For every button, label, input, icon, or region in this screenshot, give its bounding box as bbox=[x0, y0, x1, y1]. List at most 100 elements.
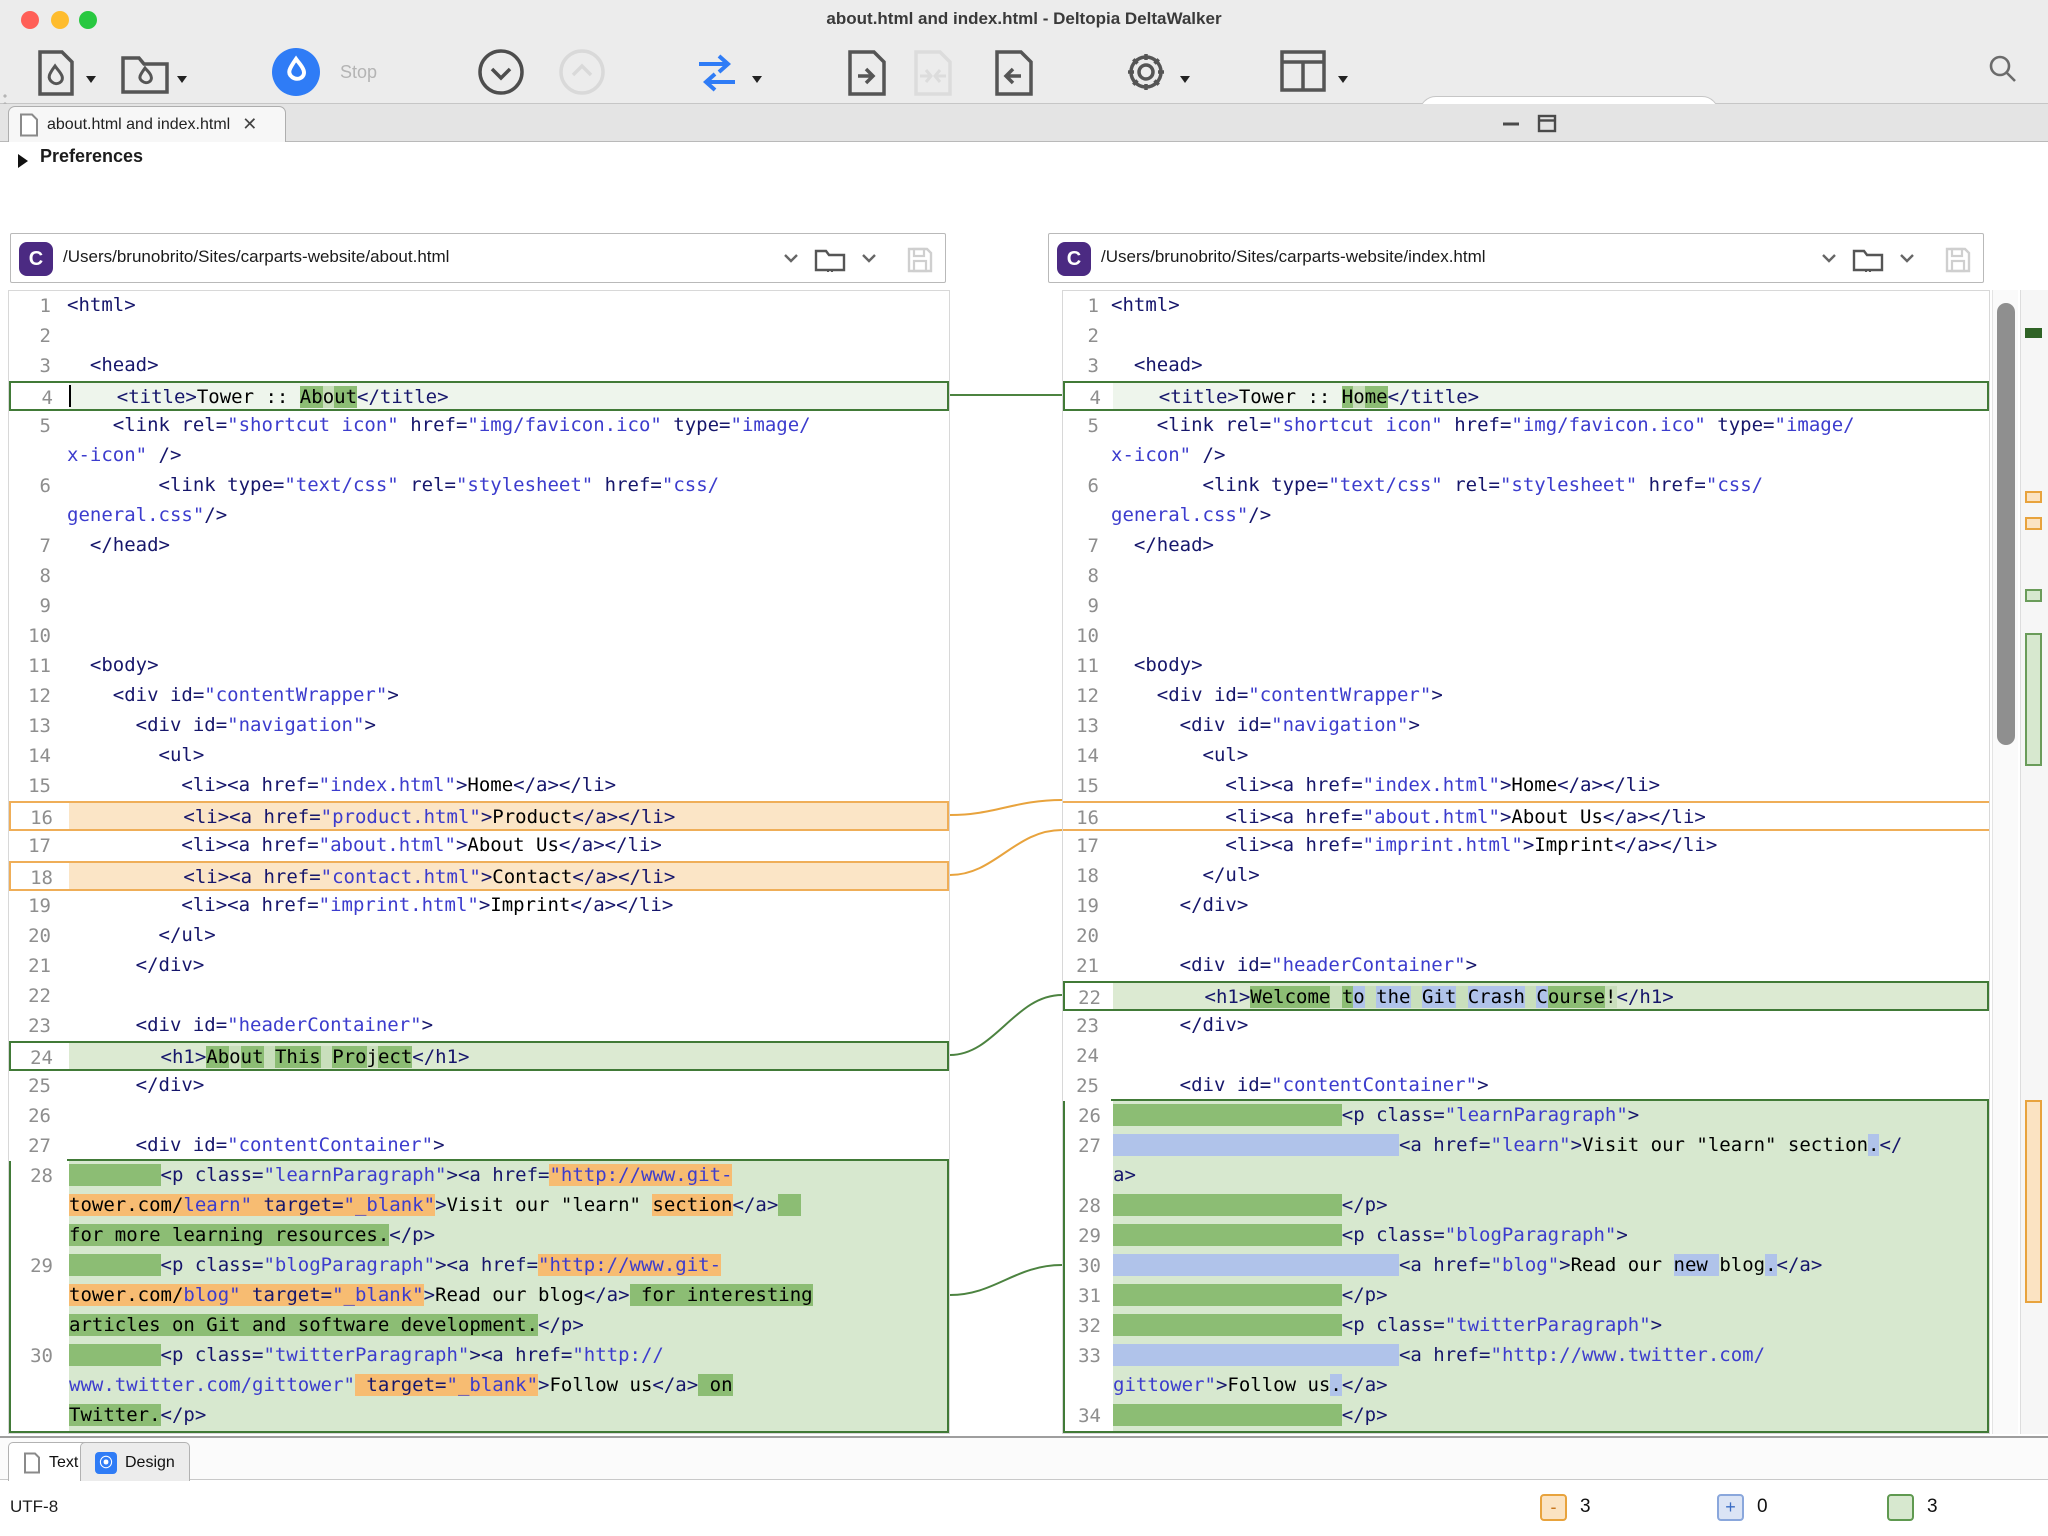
code-row[interactable]: 14 <ul> bbox=[9, 741, 949, 771]
path-history-chevron-icon[interactable] bbox=[1817, 246, 1841, 270]
code-row[interactable]: 21 </div> bbox=[9, 951, 949, 981]
code-text[interactable]: <div id="contentContainer"> bbox=[1111, 1071, 1989, 1101]
code-text[interactable]: <li><a href="imprint.html">Imprint</a></… bbox=[1111, 831, 1989, 861]
code-row[interactable]: 10 bbox=[1063, 621, 1989, 651]
settings-gear-icon[interactable] bbox=[1122, 48, 1170, 96]
code-row[interactable]: 17 <li><a href="imprint.html">Imprint</a… bbox=[1063, 831, 1989, 861]
code-row[interactable]: 8 bbox=[9, 561, 949, 591]
code-text[interactable]: <div id="contentWrapper"> bbox=[1111, 681, 1989, 711]
layout-dropdown[interactable] bbox=[1338, 76, 1348, 83]
code-row[interactable]: 20 </ul> bbox=[9, 921, 949, 951]
code-text[interactable]: <link rel="shortcut icon" href="img/favi… bbox=[1111, 411, 1989, 441]
code-row[interactable]: 24 bbox=[1063, 1041, 1989, 1071]
code-text[interactable]: Twitter.</p> bbox=[69, 1401, 947, 1431]
code-text[interactable]: </ul> bbox=[1111, 861, 1989, 891]
browse-folder-icon[interactable] bbox=[1851, 246, 1885, 274]
code-text[interactable] bbox=[1111, 321, 1989, 351]
code-row[interactable]: 16 <li><a href="product.html">Product</a… bbox=[9, 801, 949, 831]
code-row[interactable]: x-icon" /> bbox=[9, 441, 949, 471]
code-text[interactable]: </ul> bbox=[67, 921, 949, 951]
code-row[interactable]: 7 </head> bbox=[9, 531, 949, 561]
vertical-scrollbar-thumb[interactable] bbox=[1997, 303, 2015, 745]
code-row[interactable]: 8 bbox=[1063, 561, 1989, 591]
code-text[interactable]: <ul> bbox=[1111, 741, 1989, 771]
code-row[interactable]: 24 <h1>About This Project</h1> bbox=[9, 1041, 949, 1071]
code-row[interactable]: 13 <div id="navigation"> bbox=[9, 711, 949, 741]
code-text[interactable]: </head> bbox=[67, 531, 949, 561]
code-row[interactable]: 25 <div id="contentContainer"> bbox=[1063, 1071, 1989, 1101]
code-text[interactable]: <p class="blogParagraph"><a href="http:/… bbox=[69, 1251, 947, 1281]
code-row[interactable]: 16 <li><a href="about.html">About Us</a>… bbox=[1063, 801, 1989, 831]
code-text[interactable]: </div> bbox=[1111, 891, 1989, 921]
code-text[interactable]: <p class="learnParagraph"> bbox=[1113, 1101, 1987, 1131]
code-text[interactable]: <div id="headerContainer"> bbox=[67, 1011, 949, 1041]
code-row[interactable]: a> bbox=[1065, 1161, 1987, 1191]
code-row[interactable]: 29 <p class="blogParagraph"> bbox=[1065, 1221, 1987, 1251]
code-text[interactable]: <div id="navigation"> bbox=[67, 711, 949, 741]
code-row[interactable]: tower.com/learn" target="_blank">Visit o… bbox=[11, 1191, 947, 1221]
code-text[interactable]: <ul> bbox=[67, 741, 949, 771]
code-row[interactable]: 10 bbox=[9, 621, 949, 651]
code-row[interactable]: gittower">Follow us.</a> bbox=[1065, 1371, 1987, 1401]
code-row[interactable]: 18 </ul> bbox=[1063, 861, 1989, 891]
code-row[interactable]: 12 <div id="contentWrapper"> bbox=[1063, 681, 1989, 711]
code-row[interactable]: 5 <link rel="shortcut icon" href="img/fa… bbox=[9, 411, 949, 441]
code-row[interactable]: 19 <li><a href="imprint.html">Imprint</a… bbox=[9, 891, 949, 921]
code-row[interactable]: 32 <p class="twitterParagraph"> bbox=[1065, 1311, 1987, 1341]
folder-chevron-icon[interactable] bbox=[857, 246, 881, 270]
code-text[interactable]: <p class="learnParagraph"><a href="http:… bbox=[69, 1161, 947, 1191]
code-row[interactable]: 2 bbox=[9, 321, 949, 351]
code-text[interactable] bbox=[67, 1101, 949, 1131]
code-row[interactable]: 4 <title>Tower :: About</title> bbox=[9, 381, 949, 411]
code-row[interactable]: 9 bbox=[1063, 591, 1989, 621]
left-file-path[interactable]: /Users/brunobrito/Sites/carparts-website… bbox=[63, 247, 449, 267]
layout-columns-icon[interactable] bbox=[1278, 48, 1328, 94]
swap-sides-button[interactable] bbox=[695, 52, 739, 92]
code-row[interactable]: 33 <a href="http://www.twitter.com/ bbox=[1065, 1341, 1987, 1371]
right-file-path-bar[interactable]: C /Users/brunobrito/Sites/carparts-websi… bbox=[1048, 233, 1984, 283]
code-text[interactable] bbox=[67, 561, 949, 591]
code-row[interactable]: 14 <ul> bbox=[1063, 741, 1989, 771]
minimize-view-icon[interactable] bbox=[1500, 114, 1522, 134]
code-text[interactable]: <li><a href="contact.html">Contact</a></… bbox=[69, 863, 947, 889]
code-text[interactable] bbox=[1111, 561, 1989, 591]
code-row[interactable]: 30 <p class="twitterParagraph"><a href="… bbox=[11, 1341, 947, 1371]
code-row[interactable]: 1<html> bbox=[9, 291, 949, 321]
code-row[interactable]: 29 <p class="blogParagraph"><a href="htt… bbox=[11, 1251, 947, 1281]
code-row[interactable]: 18 <li><a href="contact.html">Contact</a… bbox=[9, 861, 949, 891]
code-text[interactable]: </div> bbox=[67, 951, 949, 981]
code-text[interactable]: <head> bbox=[1111, 351, 1989, 381]
overview-marker-changed[interactable] bbox=[2025, 328, 2042, 338]
code-text[interactable]: <li><a href="about.html">About Us</a></l… bbox=[1111, 803, 1989, 829]
code-text[interactable]: tower.com/blog" target="_blank">Read our… bbox=[69, 1281, 947, 1311]
code-text[interactable]: <link type="text/css" rel="stylesheet" h… bbox=[67, 471, 949, 501]
code-row[interactable]: 2 bbox=[1063, 321, 1989, 351]
code-text[interactable]: <title>Tower :: Home</title> bbox=[1113, 383, 1987, 409]
code-text[interactable] bbox=[1111, 921, 1989, 951]
compare-folders-dropdown[interactable] bbox=[177, 76, 187, 83]
code-row[interactable]: 4 <title>Tower :: Home</title> bbox=[1063, 381, 1989, 411]
code-text[interactable]: <li><a href="index.html">Home</a></li> bbox=[67, 771, 949, 801]
code-text[interactable]: <a href="blog">Read our new blog.</a> bbox=[1113, 1251, 1987, 1281]
code-row[interactable]: 31 </p> bbox=[1065, 1281, 1987, 1311]
code-row[interactable]: 3 <head> bbox=[1063, 351, 1989, 381]
code-row[interactable]: 6 <link type="text/css" rel="stylesheet"… bbox=[1063, 471, 1989, 501]
code-row[interactable]: 34 </p> bbox=[1065, 1401, 1987, 1431]
code-row[interactable]: 11 <body> bbox=[1063, 651, 1989, 681]
code-text[interactable]: <head> bbox=[67, 351, 949, 381]
code-text[interactable]: </div> bbox=[67, 1071, 949, 1101]
tab-design-view[interactable]: ⦿ Design bbox=[80, 1442, 190, 1482]
code-row[interactable]: 6 <link type="text/css" rel="stylesheet"… bbox=[9, 471, 949, 501]
code-text[interactable]: <a href="http://www.twitter.com/ bbox=[1113, 1341, 1987, 1371]
code-row[interactable]: general.css"/> bbox=[9, 501, 949, 531]
swap-sides-dropdown[interactable] bbox=[752, 76, 762, 83]
code-row[interactable]: 23 <div id="headerContainer"> bbox=[9, 1011, 949, 1041]
code-text[interactable] bbox=[67, 321, 949, 351]
compare-files-dropdown[interactable] bbox=[86, 76, 96, 83]
code-text[interactable]: <title>Tower :: About</title> bbox=[69, 383, 947, 409]
code-text[interactable]: <body> bbox=[1111, 651, 1989, 681]
code-row[interactable]: 25 </div> bbox=[9, 1071, 949, 1101]
next-change-button[interactable] bbox=[477, 48, 525, 96]
code-row[interactable]: 28 </p> bbox=[1065, 1191, 1987, 1221]
code-row[interactable]: for more learning resources.</p> bbox=[11, 1221, 947, 1251]
